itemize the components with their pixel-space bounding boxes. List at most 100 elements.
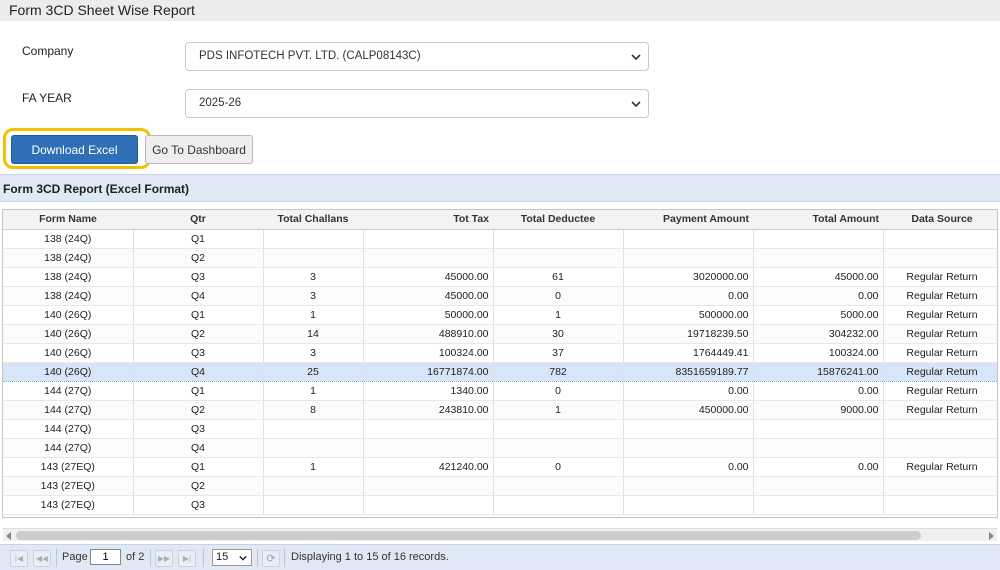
page-size-select[interactable]: 15 [212,549,252,566]
table-row[interactable]: 140 (26Q) Q1 1 50000.00 1 500000.00 5000.00 Reg… [3,305,997,325]
chevron-down-icon [631,54,641,61]
cell-data-source [883,495,997,515]
download-excel-button[interactable]: Download Excel [11,135,138,164]
table-row[interactable]: 144 (27Q) Q2 8 243810.00 1 450000.00 9000.00 Re… [3,400,997,420]
table-row[interactable]: 138 (24Q) Q4 3 45000.00 0 0.00 0.00 Regular Ret… [3,286,997,306]
cell-payment-amount: 3020000.00 [623,267,754,287]
report-table: Form Name Qtr Total Challans Tot Tax Tot… [3,210,997,515]
cell-form-name: 138 (24Q) [3,286,134,306]
page-number-input[interactable] [90,549,121,565]
cell-payment-amount [623,248,754,268]
table-body: 138 (24Q) Q1 138 (24Q) Q2 138 (24Q) Q3 3 45000.… [3,229,997,515]
table-row[interactable]: 140 (26Q) Q4 25 16771874.00 782 8351659189.77… [3,361,997,382]
cell-data-source [883,419,997,439]
cell-payment-amount: 450000.00 [623,400,754,420]
column-header-total-deductee[interactable]: Total Deductee [493,210,623,230]
scrollbar-thumb[interactable] [16,531,921,540]
cell-total-deductee: 61 [493,267,624,287]
fa-year-select-value: 2025-26 [199,97,242,109]
cell-total-deductee: 0 [493,286,624,306]
cell-total-amount [753,229,884,249]
cell-payment-amount [623,229,754,249]
table-row[interactable]: 138 (24Q) Q1 [3,229,997,249]
cell-total-amount [753,248,884,268]
cell-payment-amount: 8351659189.77 [623,361,754,382]
table-row[interactable]: 144 (27Q) Q4 [3,438,997,458]
prev-page-icon[interactable]: ◀◀ [33,550,51,567]
cell-form-name: 140 (26Q) [3,343,134,363]
column-header-payment-amount[interactable]: Payment Amount [623,210,753,230]
table-row[interactable]: 144 (27Q) Q3 [3,419,997,439]
cell-qtr: Q1 [133,229,264,249]
cell-tot-tax [363,495,494,515]
column-header-tot-tax[interactable]: Tot Tax [363,210,493,230]
first-page-icon[interactable]: |◀ [10,550,28,567]
cell-tot-tax [363,229,494,249]
cell-form-name: 138 (24Q) [3,267,134,287]
cell-total-challans: 1 [263,305,364,325]
table-row[interactable]: 143 (27EQ) Q3 [3,495,997,515]
table-row[interactable]: 143 (27EQ) Q1 1 421240.00 0 0.00 0.00 Regular R… [3,457,997,477]
pager-bar: |◀ ◀◀ Page of 2 ▶▶ ▶| 15 ⟳ Displaying 1 … [0,544,1000,570]
cell-total-amount [753,419,884,439]
go-to-dashboard-button[interactable]: Go To Dashboard [145,135,253,164]
cell-qtr: Q3 [133,419,264,439]
table-row[interactable]: 140 (26Q) Q2 14 488910.00 30 19718239.50 30423… [3,324,997,344]
cell-total-challans: 25 [263,361,364,382]
cell-form-name: 140 (26Q) [3,324,134,344]
cell-payment-amount: 500000.00 [623,305,754,325]
cell-total-challans [263,248,364,268]
cell-tot-tax: 100324.00 [363,343,494,363]
cell-total-challans [263,229,364,249]
cell-qtr: Q3 [133,495,264,515]
column-header-qtr[interactable]: Qtr [133,210,263,230]
column-header-total-amount[interactable]: Total Amount [753,210,883,230]
cell-data-source: Regular Return [883,305,997,325]
cell-total-challans: 3 [263,286,364,306]
cell-total-challans [263,438,364,458]
cell-total-amount: 0.00 [753,286,884,306]
cell-payment-amount: 0.00 [623,286,754,306]
cell-data-source: Regular Return [883,324,997,344]
cell-data-source: Regular Return [883,381,997,401]
table-row[interactable]: 140 (26Q) Q3 3 100324.00 37 1764449.41 100324.… [3,343,997,363]
cell-qtr: Q3 [133,267,264,287]
column-header-form-name[interactable]: Form Name [3,210,133,230]
cell-form-name: 140 (26Q) [3,361,134,382]
company-label: Company [22,44,74,58]
scroll-right-icon[interactable] [989,532,994,540]
company-select[interactable]: PDS INFOTECH PVT. LTD. (CALP08143C) [185,42,649,71]
cell-payment-amount [623,495,754,515]
cell-form-name: 144 (27Q) [3,400,134,420]
horizontal-scrollbar[interactable] [3,528,997,541]
scroll-left-icon[interactable] [6,532,11,540]
table-row[interactable]: 138 (24Q) Q3 3 45000.00 61 3020000.00 45000.00… [3,267,997,287]
pager-separator [203,549,204,567]
table-row[interactable]: 138 (24Q) Q2 [3,248,997,268]
cell-tot-tax: 45000.00 [363,286,494,306]
cell-payment-amount [623,476,754,496]
cell-data-source [883,229,997,249]
page-title: Form 3CD Sheet Wise Report [9,2,195,18]
column-header-data-source[interactable]: Data Source [883,210,997,230]
cell-total-deductee [493,438,624,458]
last-page-icon[interactable]: ▶| [178,550,196,567]
cell-qtr: Q2 [133,248,264,268]
cell-total-deductee: 0 [493,457,624,477]
refresh-icon[interactable]: ⟳ [262,550,280,567]
column-header-total-challans[interactable]: Total Challans [263,210,363,230]
page-size-value: 15 [216,551,229,563]
next-page-icon[interactable]: ▶▶ [155,550,173,567]
cell-total-challans: 8 [263,400,364,420]
pager-separator [284,549,285,567]
cell-tot-tax: 45000.00 [363,267,494,287]
cell-data-source [883,248,997,268]
cell-total-deductee: 0 [493,381,624,401]
cell-data-source: Regular Return [883,361,997,382]
page-label: Page [62,551,88,563]
table-row[interactable]: 143 (27EQ) Q2 [3,476,997,496]
table-row[interactable]: 144 (27Q) Q1 1 1340.00 0 0.00 0.00 Regular Retu… [3,381,997,401]
cell-total-amount: 100324.00 [753,343,884,363]
fa-year-select[interactable]: 2025-26 [185,89,649,118]
cell-total-deductee: 1 [493,400,624,420]
